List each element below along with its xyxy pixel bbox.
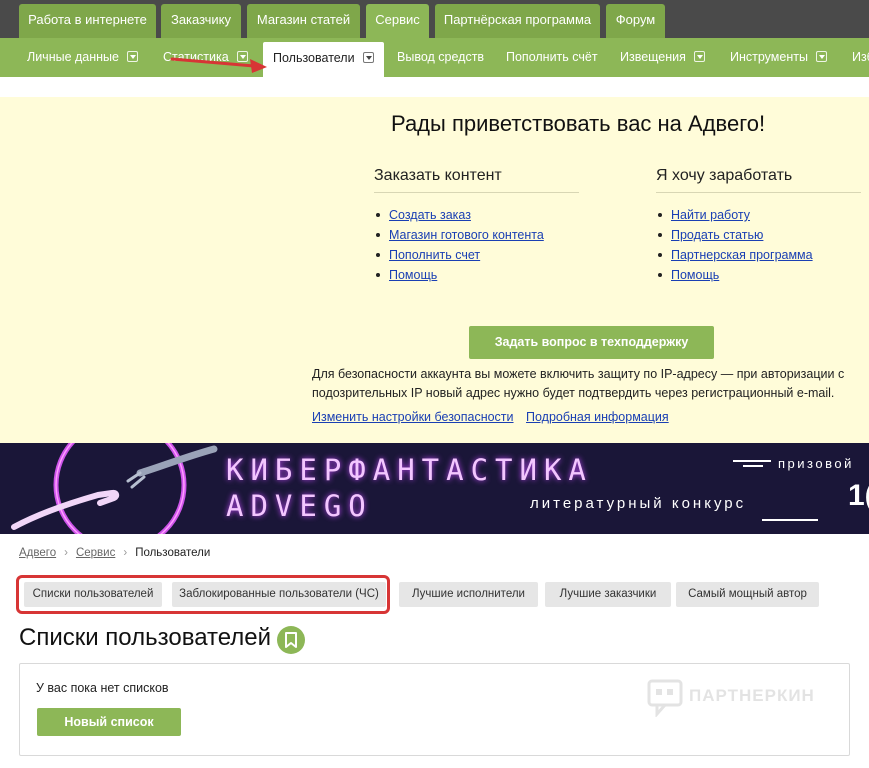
subnav-notifications[interactable]: Извещения bbox=[620, 38, 705, 77]
list-item: Магазин готового контента bbox=[374, 225, 579, 245]
banner-brand: ADVEGO bbox=[226, 489, 373, 523]
breadcrumb: Адвего › Сервис › Пользователи bbox=[19, 547, 210, 559]
watermark-text: ПАРТНЕРКИН bbox=[689, 686, 815, 705]
top-tab-forum[interactable]: Форум bbox=[606, 4, 665, 38]
top-tab-partner[interactable]: Партнёрская программа bbox=[435, 4, 600, 38]
chevron-down-icon[interactable] bbox=[693, 51, 705, 62]
security-links: Изменить настройки безопасности Подробна… bbox=[312, 410, 678, 424]
red-arrow-icon bbox=[170, 57, 267, 73]
bookmark-icon[interactable] bbox=[277, 626, 305, 654]
sell-article-link[interactable]: Продать статью bbox=[671, 228, 763, 242]
tab-best-performers[interactable]: Лучшие исполнители bbox=[399, 582, 538, 607]
security-notice: Для безопасности аккаунта вы можете вклю… bbox=[312, 367, 845, 400]
banner-subtitle: литературный конкурс bbox=[530, 495, 747, 512]
breadcrumb-service[interactable]: Сервис bbox=[76, 547, 115, 559]
list-item: Партнерская программа bbox=[656, 245, 861, 265]
welcome-title: Рады приветствовать вас на Адвего! bbox=[391, 111, 766, 136]
partner-program-link[interactable]: Партнерская программа bbox=[671, 248, 813, 262]
subnav-withdraw[interactable]: Вывод средств bbox=[397, 38, 484, 77]
create-order-link[interactable]: Создать заказ bbox=[389, 208, 471, 222]
chevron-down-icon[interactable] bbox=[127, 51, 138, 62]
top-tab-service[interactable]: Сервис bbox=[366, 4, 429, 38]
decor-lines-icon bbox=[762, 519, 818, 521]
subnav-label: Инструменты bbox=[730, 50, 808, 64]
page-title: Списки пользователей bbox=[19, 624, 272, 651]
list-item: Найти работу bbox=[656, 205, 861, 225]
earn-title: Я хочу заработать bbox=[656, 167, 861, 193]
welcome-panel: Рады приветствовать вас на Адвего! Заказ… bbox=[0, 97, 869, 443]
top-navigation: Работа в интернете Заказчику Магазин ста… bbox=[0, 0, 869, 38]
content-shop-link[interactable]: Магазин готового контента bbox=[389, 228, 544, 242]
chevron-down-icon[interactable] bbox=[815, 51, 827, 62]
hands-illustration-icon bbox=[11, 443, 218, 534]
breadcrumb-current: Пользователи bbox=[135, 547, 211, 559]
help-link[interactable]: Помощь bbox=[671, 268, 719, 282]
banner-number: 1( bbox=[848, 479, 869, 512]
red-highlight-frame bbox=[16, 575, 390, 614]
new-list-button[interactable]: Новый список bbox=[37, 708, 181, 736]
list-item: Пополнить счет bbox=[374, 245, 579, 265]
top-tab-article-shop[interactable]: Магазин статей bbox=[247, 4, 360, 38]
subnav-favorites[interactable]: Изб bbox=[852, 38, 869, 77]
list-item: Помощь bbox=[374, 265, 579, 285]
tab-most-powerful-author[interactable]: Самый мощный автор bbox=[676, 582, 819, 607]
subnav-label: Личные данные bbox=[27, 50, 119, 64]
help-link[interactable]: Помощь bbox=[389, 268, 437, 282]
partnerkin-logo-icon bbox=[647, 679, 683, 718]
list-item: Помощь bbox=[656, 265, 861, 285]
chevron-right-icon: › bbox=[123, 547, 128, 559]
find-work-link[interactable]: Найти работу bbox=[671, 208, 750, 222]
chevron-down-icon[interactable] bbox=[362, 52, 374, 63]
tab-best-customers[interactable]: Лучшие заказчики bbox=[545, 582, 671, 607]
subnav-personal-data[interactable]: Личные данные bbox=[27, 38, 138, 77]
decor-lines-icon bbox=[733, 460, 771, 467]
more-info-link[interactable]: Подробная информация bbox=[526, 410, 669, 424]
subnav-top-up[interactable]: Пополнить счёт bbox=[506, 38, 598, 77]
chevron-right-icon: › bbox=[64, 547, 68, 559]
subnav-label: Извещения bbox=[620, 50, 686, 64]
subnav-tools[interactable]: Инструменты bbox=[730, 38, 827, 77]
subnav-label: Пользователи bbox=[273, 51, 355, 65]
security-settings-link[interactable]: Изменить настройки безопасности bbox=[312, 410, 514, 424]
order-content-column: Заказать контент Создать заказ Магазин г… bbox=[374, 167, 579, 285]
empty-lists-text: У вас пока нет списков bbox=[36, 681, 169, 695]
watermark: ПАРТНЕРКИН bbox=[647, 679, 814, 720]
support-button[interactable]: Задать вопрос в техподдержку bbox=[469, 326, 714, 359]
contest-banner[interactable]: КИБЕРФАНТАСТИКА ADVEGO литературный конк… bbox=[0, 443, 869, 534]
list-item: Продать статью bbox=[656, 225, 861, 245]
subnav-users[interactable]: Пользователи bbox=[263, 42, 384, 77]
earn-column: Я хочу заработать Найти работу Продать с… bbox=[656, 167, 861, 285]
top-up-link[interactable]: Пополнить счет bbox=[389, 248, 480, 262]
banner-title: КИБЕРФАНТАСТИКА bbox=[226, 453, 593, 487]
top-tab-work[interactable]: Работа в интернете bbox=[19, 4, 156, 38]
breadcrumb-advego[interactable]: Адвего bbox=[19, 547, 56, 559]
top-tab-customer[interactable]: Заказчику bbox=[161, 4, 241, 38]
sub-navigation: Личные данные Статистика Пользователи Вы… bbox=[0, 38, 869, 77]
lists-card: У вас пока нет списков Новый список ПАРТ… bbox=[19, 663, 850, 756]
order-content-title: Заказать контент bbox=[374, 167, 579, 193]
list-item: Создать заказ bbox=[374, 205, 579, 225]
